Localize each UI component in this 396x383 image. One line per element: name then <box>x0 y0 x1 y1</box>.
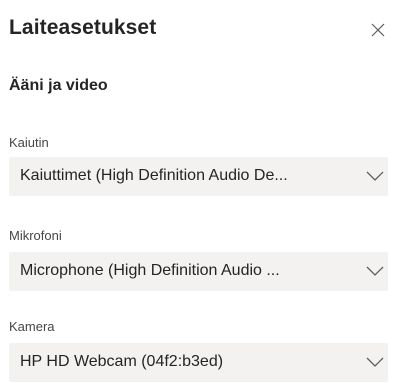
speaker-label: Kaiutin <box>9 135 49 150</box>
microphone-dropdown-value: Microphone (High Definition Audio ... <box>20 262 280 279</box>
camera-dropdown-value: HP HD Webcam (04f2:b3ed) <box>20 353 224 370</box>
chevron-down-icon <box>366 356 384 368</box>
chevron-down-icon <box>366 170 384 182</box>
microphone-label: Mikrofoni <box>9 228 62 243</box>
camera-label: Kamera <box>9 319 55 334</box>
section-title-audio-video: Ääni ja video <box>9 77 108 94</box>
speaker-dropdown[interactable]: Kaiuttimet (High Definition Audio De... <box>9 157 388 196</box>
dialog-title: Laiteasetukset <box>9 16 157 39</box>
speaker-dropdown-value: Kaiuttimet (High Definition Audio De... <box>20 167 288 184</box>
close-button[interactable] <box>368 20 388 40</box>
dialog-header: Laiteasetukset <box>9 14 388 46</box>
microphone-dropdown[interactable]: Microphone (High Definition Audio ... <box>9 252 388 291</box>
device-settings-panel: Laiteasetukset Ääni ja video Kaiutin Kai… <box>0 0 396 383</box>
camera-dropdown[interactable]: HP HD Webcam (04f2:b3ed) <box>9 343 388 382</box>
close-icon <box>371 23 385 37</box>
chevron-down-icon <box>366 265 384 277</box>
